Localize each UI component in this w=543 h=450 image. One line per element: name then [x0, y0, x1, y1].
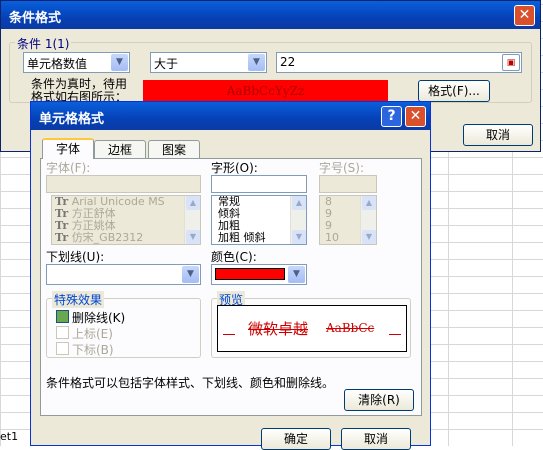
collapse-dialog-icon[interactable]: ▣ [502, 54, 520, 71]
type-select[interactable]: 单元格数值 ▼ [23, 52, 130, 73]
font-preview-box: 微软卓越 AaBbCc [217, 305, 407, 352]
preview-text-cn: 微软卓越 [248, 320, 309, 338]
tab-font[interactable]: 字体 [42, 138, 94, 159]
sheet-tab[interactable]: et1 [0, 430, 18, 443]
style-list[interactable]: 常规 倾斜 加粗 加粗 倾斜 ▲ ▼ [211, 195, 307, 245]
chevron-down-icon[interactable]: ▼ [182, 266, 199, 283]
preview-text-en: AaBbCc [326, 321, 375, 335]
underline-select[interactable]: ▼ [46, 264, 201, 285]
format-cells-dialog: 单元格格式 ? ✕ 字体 边框 图案 字体(F): Tr Arial Unico… [30, 101, 431, 450]
font-input[interactable] [46, 175, 201, 193]
effects-title: 特殊效果 [52, 291, 105, 308]
color-label: 颜色(C): [211, 250, 257, 264]
preview-line-left [223, 334, 235, 335]
format-button[interactable]: 格式(F)... [418, 80, 490, 102]
chevron-down-icon[interactable]: ▼ [362, 230, 376, 244]
subscript-checkbox[interactable] [56, 342, 69, 355]
subscript-label[interactable]: 下标(B) [72, 341, 114, 358]
format-cells-title: 单元格格式 [39, 112, 105, 127]
chevron-up-icon[interactable]: ▲ [186, 196, 200, 210]
tab-pattern[interactable]: 图案 [148, 140, 200, 159]
condition-label: 条件 1(1) [15, 35, 72, 52]
list-item[interactable]: Tr 仿宋_GB2312 [52, 232, 200, 244]
chevron-down-icon[interactable]: ▼ [248, 54, 265, 71]
type-select-value: 单元格数值 [27, 57, 88, 71]
size-input[interactable] [319, 175, 377, 193]
value-input[interactable]: 22 ▣ [276, 52, 522, 73]
condition-preview-sample: AaBbCcYyZz [226, 84, 305, 98]
size-label: 字号(S): [319, 161, 365, 175]
preview-line-right [389, 334, 401, 335]
operator-select-value: 大于 [154, 57, 179, 71]
ok-button[interactable]: 确定 [261, 428, 331, 450]
cond-cancel-button[interactable]: 取消 [463, 124, 533, 146]
clear-button[interactable]: 清除(R) [344, 389, 414, 411]
size-list[interactable]: 8 9 9 10 ▲ ▼ [319, 195, 377, 245]
superscript-checkbox[interactable] [56, 326, 69, 339]
cond-dialog-title: 条件格式 [9, 11, 62, 26]
font-list-scrollbar[interactable]: ▲ ▼ [184, 196, 200, 244]
chevron-down-icon[interactable]: ▼ [111, 54, 128, 71]
chevron-down-icon[interactable]: ▼ [292, 230, 306, 244]
style-label: 字形(O): [211, 161, 258, 175]
style-input[interactable] [211, 175, 307, 193]
close-icon[interactable]: ✕ [405, 106, 426, 127]
font-label: 字体(F): [46, 161, 91, 175]
color-select[interactable]: ▼ [211, 264, 307, 285]
color-swatch [215, 268, 285, 280]
font-list[interactable]: Tr Arial Unicode MS Tr 方正舒体 Tr 方正姚体 Tr 仿… [51, 195, 201, 245]
note-text: 条件格式可以包括字体样式、下划线、颜色和删除线。 [46, 376, 335, 390]
tab-border[interactable]: 边框 [94, 140, 146, 159]
chevron-up-icon[interactable]: ▲ [292, 196, 306, 210]
help-icon[interactable]: ? [381, 106, 402, 127]
cond-dialog-titlebar: 条件格式 [1, 1, 540, 29]
format-cells-titlebar: 单元格格式 [31, 102, 430, 130]
value-input-text: 22 [280, 55, 296, 69]
chevron-up-icon[interactable]: ▲ [362, 196, 376, 210]
strikethrough-label[interactable]: 删除线(K) [72, 309, 125, 326]
chevron-down-icon[interactable]: ▼ [288, 266, 305, 283]
close-icon[interactable]: ✕ [514, 5, 535, 26]
condition-preview-box: AaBbCcYyZz [143, 80, 388, 102]
strikethrough-checkbox[interactable] [56, 310, 69, 323]
operator-select[interactable]: 大于 ▼ [150, 52, 267, 73]
superscript-label[interactable]: 上标(E) [72, 325, 113, 342]
style-list-scrollbar[interactable]: ▲ ▼ [290, 196, 306, 244]
chevron-down-icon[interactable]: ▼ [186, 230, 200, 244]
size-list-scrollbar[interactable]: ▲ ▼ [360, 196, 376, 244]
underline-label: 下划线(U): [46, 250, 105, 264]
cell-cancel-button[interactable]: 取消 [341, 428, 411, 450]
